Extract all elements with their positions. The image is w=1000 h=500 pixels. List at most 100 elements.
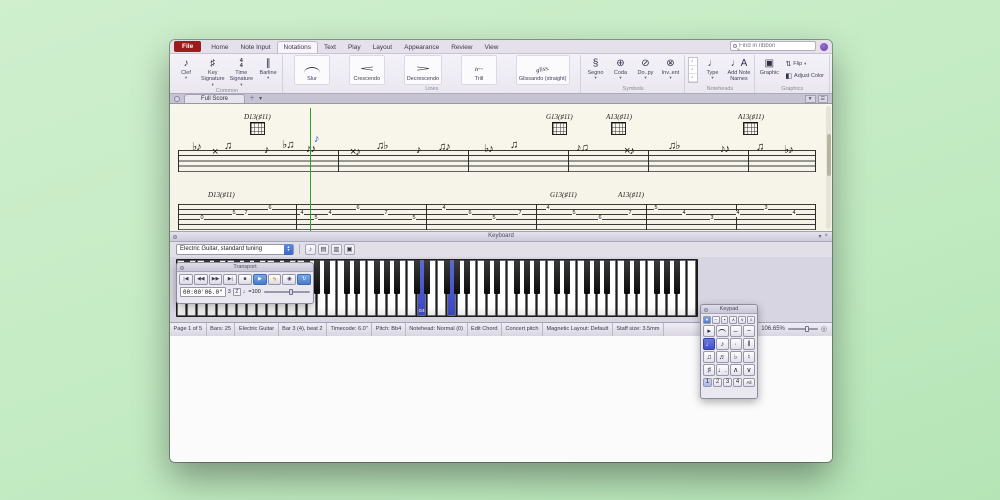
ribbon-tab-file[interactable]: File [174,41,201,52]
ribbon-tab-notations[interactable]: Notations [277,41,318,54]
piano-key-black[interactable] [654,260,660,294]
ribbon-tab-home[interactable]: Home [205,42,234,54]
tempo-slider-thumb[interactable] [289,289,293,295]
noteheads-gallery[interactable]: ♩♩♩ [688,57,698,83]
piano-key-black[interactable] [594,260,600,294]
repeat-button[interactable]: ↻ [297,274,311,285]
transport-titlebar[interactable]: Transport [177,263,313,272]
piano-key-black[interactable] [444,260,450,294]
piano-key-black[interactable] [384,260,390,294]
keypad-layout-tab-6[interactable]: ≡ [747,316,755,324]
close-icon[interactable]: × [824,233,828,240]
piano-key-black[interactable] [314,260,320,294]
decrescendo-button[interactable]: >Decrescendo [404,55,442,85]
clef-button[interactable]: ♪Clef▾ [174,55,198,87]
go-to-start-button[interactable]: |◀ [179,274,193,285]
keypad-button[interactable]: ‖ [743,338,755,350]
zoom-slider[interactable] [788,328,818,330]
keypad-button[interactable]: ▸ [703,325,715,337]
inv-ent-button[interactable]: ⊗Inv..ent▾ [658,55,682,85]
scrollbar-thumb[interactable] [827,134,831,176]
keypad-button[interactable]: ♭ [730,351,742,363]
crescendo-button[interactable]: <Crescendo [349,55,385,85]
go-to-end-button[interactable]: ▶| [223,274,237,285]
trill-button[interactable]: tr~Trill [461,55,497,85]
new-tab-icon[interactable]: ＋ [249,93,255,102]
glissando-straight-button[interactable]: gliss.Glissando (straight) [516,55,570,85]
rewind-button[interactable]: ◀◀ [194,274,208,285]
ribbon-tab-layout[interactable]: Layout [367,42,399,54]
keypad-button[interactable]: ~ [743,325,755,337]
keypad-titlebar[interactable]: Keypad [701,305,757,314]
piano-key-black[interactable] [354,260,360,294]
piano-key-black[interactable] [414,260,420,294]
piano-key-black[interactable] [344,260,350,294]
keypad-button[interactable]: ♪ [716,338,728,350]
close-icon[interactable] [180,266,184,270]
keypad-button[interactable]: ♯ [703,364,715,376]
ribbon-tab-text[interactable]: Text [318,42,342,54]
do-py-button[interactable]: ⊘Do..py▾ [633,55,657,85]
tab-list-chevron-icon[interactable]: ▾ [259,95,262,102]
piano-key-black[interactable] [454,260,460,294]
keyboard-panel-icons[interactable]: ▾× [818,233,828,240]
stop-button[interactable]: ■ [238,274,252,285]
voice-2-button[interactable]: 2 [713,378,722,387]
key-signature-button[interactable]: ♯Key Signature▾ [199,55,227,87]
keypad-layout-tab-2[interactable]: ‒ [712,316,720,324]
piano-key-black[interactable] [674,260,680,294]
doctab-options[interactable]: ▼ [805,95,816,103]
piano-key-black[interactable] [634,260,640,294]
piano-key-black[interactable] [664,260,670,294]
keypad-layout-tab-5[interactable]: ∨ [738,316,746,324]
keypad-button[interactable]: · [730,338,742,350]
record-button[interactable]: ◉ [282,274,296,285]
keypad-button[interactable]: ♩. [716,364,728,376]
add-note-names-button[interactable]: ♩AAdd Note Names [725,55,752,85]
voice-all-button[interactable]: All [743,378,755,387]
piano-key-black[interactable] [494,260,500,294]
find-in-ribbon-input[interactable] [739,43,811,49]
play-button[interactable]: ▶ [253,274,267,285]
piano-key-black[interactable] [424,260,430,294]
piano-key-black[interactable] [524,260,530,294]
close-icon[interactable] [704,308,708,312]
keypad-button[interactable]: ∨ [743,364,755,376]
keyboard-tool-icon-4[interactable]: ▣ [344,244,355,255]
adjust-color-button[interactable]: ◧Adjust Color [782,71,827,81]
piano-key-black[interactable] [584,260,590,294]
ribbon-tab-review[interactable]: Review [445,42,478,54]
graphic-button[interactable]: ▣Graphic [757,55,781,85]
filter-button[interactable]: ☰ [818,95,828,103]
coda-button[interactable]: ⊕Coda▾ [608,55,632,85]
voice-1-button[interactable]: 1 [703,378,712,387]
find-in-ribbon-box[interactable] [730,41,816,51]
help-icon[interactable] [820,43,828,51]
instrument-select[interactable]: Electric Guitar, standard tuning ▲▼ [176,244,294,255]
keypad-button[interactable]: ♬ [716,351,728,363]
keypad-layout-tab-1[interactable]: ● [703,316,711,324]
keypad-layout-tab-4[interactable]: ∧ [729,316,737,324]
piano-key-black[interactable] [624,260,630,294]
keypad-button[interactable]: ♩ [703,338,715,350]
piano-key-black[interactable] [564,260,570,294]
scrollbar-track[interactable] [826,106,831,229]
z-button[interactable]: Z [233,288,241,296]
keypad-button[interactable]: ♫ [703,351,715,363]
voice-4-button[interactable]: 4 [733,378,742,387]
piano-key-black[interactable] [484,260,490,294]
zoom-slider-thumb[interactable] [805,326,809,332]
slur-button[interactable]: Slur [294,55,330,85]
close-icon[interactable] [173,235,177,239]
piano-key-black[interactable] [604,260,610,294]
keyboard-tool-icon-3[interactable]: ▥ [331,244,342,255]
tab-full-score[interactable]: Full Score [184,94,245,103]
ribbon-tab-note-input[interactable]: Note Input [235,42,277,54]
piano-key-black[interactable] [394,260,400,294]
ribbon-tab-view[interactable]: View [479,42,505,54]
keyboard-tool-icon-2[interactable]: ▤ [318,244,329,255]
piano-key-white[interactable] [687,260,696,316]
piano-key-black[interactable] [534,260,540,294]
piano-key-black[interactable] [374,260,380,294]
chevron-down-icon[interactable]: ▾ [818,233,821,240]
